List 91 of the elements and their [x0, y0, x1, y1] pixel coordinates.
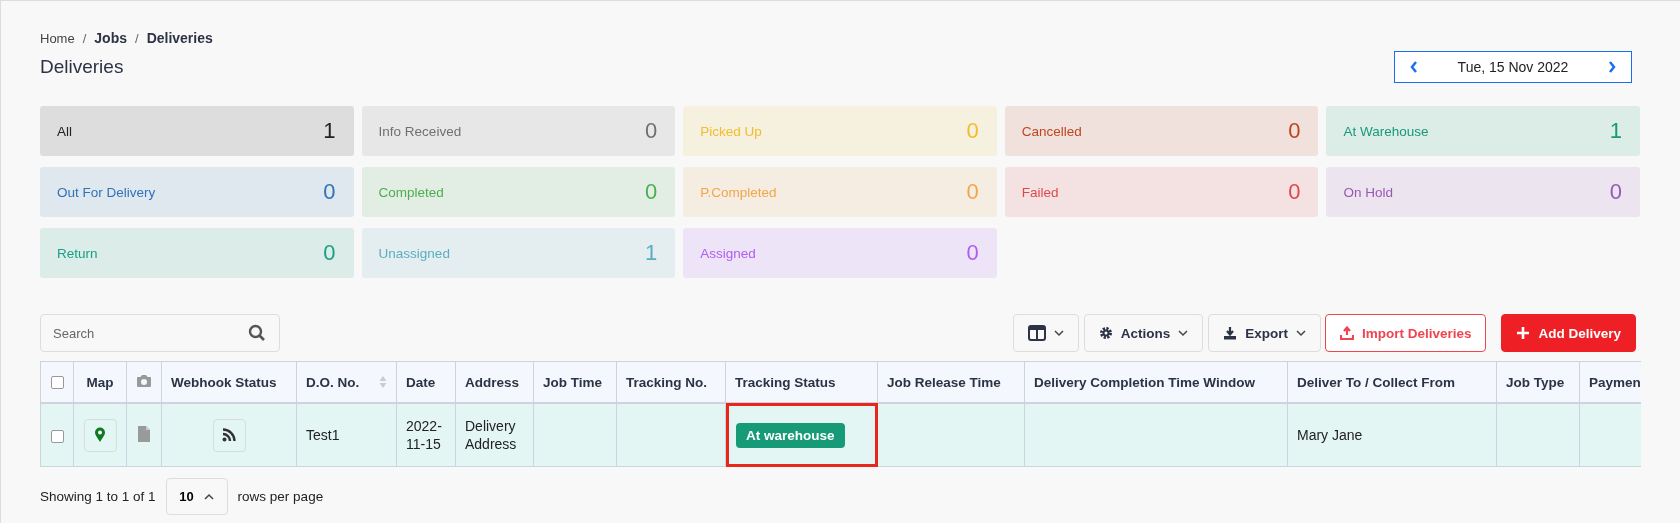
date-label: Tue, 15 Nov 2022: [1457, 59, 1569, 75]
status-count: 0: [966, 179, 979, 205]
column-label: Job Release Time: [887, 374, 1001, 390]
status-label: On Hold: [1343, 184, 1393, 200]
import-button[interactable]: Import Deliveries: [1324, 314, 1487, 352]
breadcrumb-link[interactable]: Deliveries: [146, 30, 213, 46]
status-count: 0: [1288, 179, 1301, 205]
status-card[interactable]: Unassigned 1: [361, 228, 676, 278]
actions-button[interactable]: Actions: [1083, 314, 1204, 352]
rows-per-page-label: rows per page: [237, 489, 324, 504]
status-label: Info Received: [378, 123, 462, 139]
caret-icon: [1053, 329, 1064, 337]
status-card[interactable]: Completed 0: [361, 167, 676, 217]
chevron-left-icon: [1409, 60, 1419, 74]
cell-text: Delivery Address: [465, 417, 518, 453]
status-label: Unassigned: [378, 245, 450, 261]
map-pin-button[interactable]: [83, 418, 117, 452]
row-checkbox[interactable]: [50, 429, 64, 443]
select-all-checkbox[interactable]: [50, 376, 64, 390]
status-badge: At warehouse: [736, 422, 845, 448]
column-label: Deliver To / Collect From: [1297, 374, 1456, 390]
status-label: Failed: [1021, 184, 1059, 200]
chevron-right-icon: [1607, 60, 1617, 74]
column-label: Webhook Status: [171, 374, 277, 390]
status-card[interactable]: Assigned 0: [683, 228, 997, 278]
rss-button[interactable]: [212, 418, 246, 452]
cell-text: 2022-11-15: [406, 417, 443, 453]
status-count: 1: [323, 118, 336, 144]
status-label: Out For Delivery: [57, 184, 156, 200]
status-card[interactable]: Out For Delivery 0: [40, 167, 354, 217]
status-count: 0: [323, 240, 336, 266]
cell-text: Test1: [306, 426, 341, 444]
caret-icon: [203, 492, 214, 501]
status-label: Picked Up: [700, 123, 762, 139]
status-card[interactable]: Info Received 0: [361, 106, 676, 156]
download-icon: [1223, 326, 1238, 340]
status-card[interactable]: At Warehouse 1: [1326, 106, 1640, 156]
column-label: Job Type: [1506, 374, 1565, 390]
status-label: Completed: [378, 184, 444, 200]
columns-icon: [1027, 325, 1046, 341]
search-icon: [248, 324, 266, 342]
pagination-summary: Showing 1 to 1 of 1: [40, 489, 156, 504]
gear-icon: [1098, 326, 1113, 340]
status-label: Return: [57, 245, 98, 261]
column-label: Date: [406, 374, 436, 390]
map-pin-icon: [94, 427, 106, 443]
caret-icon: [1295, 329, 1306, 337]
search-field[interactable]: Search: [40, 314, 280, 352]
status-card[interactable]: Failed 0: [1004, 167, 1319, 217]
column-label: Paymen: [1589, 374, 1641, 390]
column-label: Job Time: [543, 374, 603, 390]
status-label: Assigned: [700, 245, 756, 261]
status-card[interactable]: Return 0: [40, 228, 354, 278]
status-label: P.Completed: [700, 184, 777, 200]
status-count: 0: [644, 179, 658, 205]
column-label: Delivery Completion Time Window: [1034, 374, 1255, 390]
breadcrumb-link[interactable]: Home: [40, 30, 75, 46]
column-label: Tracking Status: [735, 374, 836, 390]
status-count: 0: [644, 118, 658, 144]
status-count: 0: [1288, 118, 1301, 144]
status-label: All: [57, 123, 72, 139]
columns-button[interactable]: [1012, 314, 1079, 352]
status-card[interactable]: Cancelled 0: [1004, 106, 1319, 156]
column-label: Address: [465, 374, 520, 390]
status-label: At Warehouse: [1343, 123, 1429, 139]
page-size-select[interactable]: 10: [165, 478, 228, 515]
upload-icon: [1339, 326, 1354, 340]
column-label[interactable]: D.O. No.: [306, 374, 360, 390]
breadcrumb-separator: /: [82, 30, 87, 46]
plus-icon: [1516, 326, 1531, 340]
status-count: 0: [1609, 179, 1622, 205]
caret-icon: [1178, 329, 1189, 337]
export-button[interactable]: Export: [1208, 314, 1321, 352]
camera-icon: [136, 373, 152, 388]
status-count: 0: [323, 179, 336, 205]
breadcrumb-separator: /: [135, 30, 139, 46]
cell-text: Mary Jane: [1297, 426, 1364, 444]
status-count: 1: [644, 240, 658, 266]
rss-icon: [222, 428, 236, 442]
status-card[interactable]: All 1: [40, 106, 354, 156]
document-icon[interactable]: [138, 425, 150, 442]
status-card[interactable]: On Hold 0: [1326, 167, 1640, 217]
column-label: Tracking No.: [626, 374, 708, 390]
status-count: 0: [966, 240, 979, 266]
status-count: 0: [966, 118, 979, 144]
column-label: Map: [86, 374, 114, 390]
status-count: 1: [1609, 118, 1622, 144]
add-button[interactable]: Add Delivery: [1501, 314, 1636, 352]
breadcrumb-link[interactable]: Jobs: [94, 30, 127, 46]
page-title: Deliveries: [40, 56, 125, 78]
status-label: Cancelled: [1021, 123, 1082, 139]
